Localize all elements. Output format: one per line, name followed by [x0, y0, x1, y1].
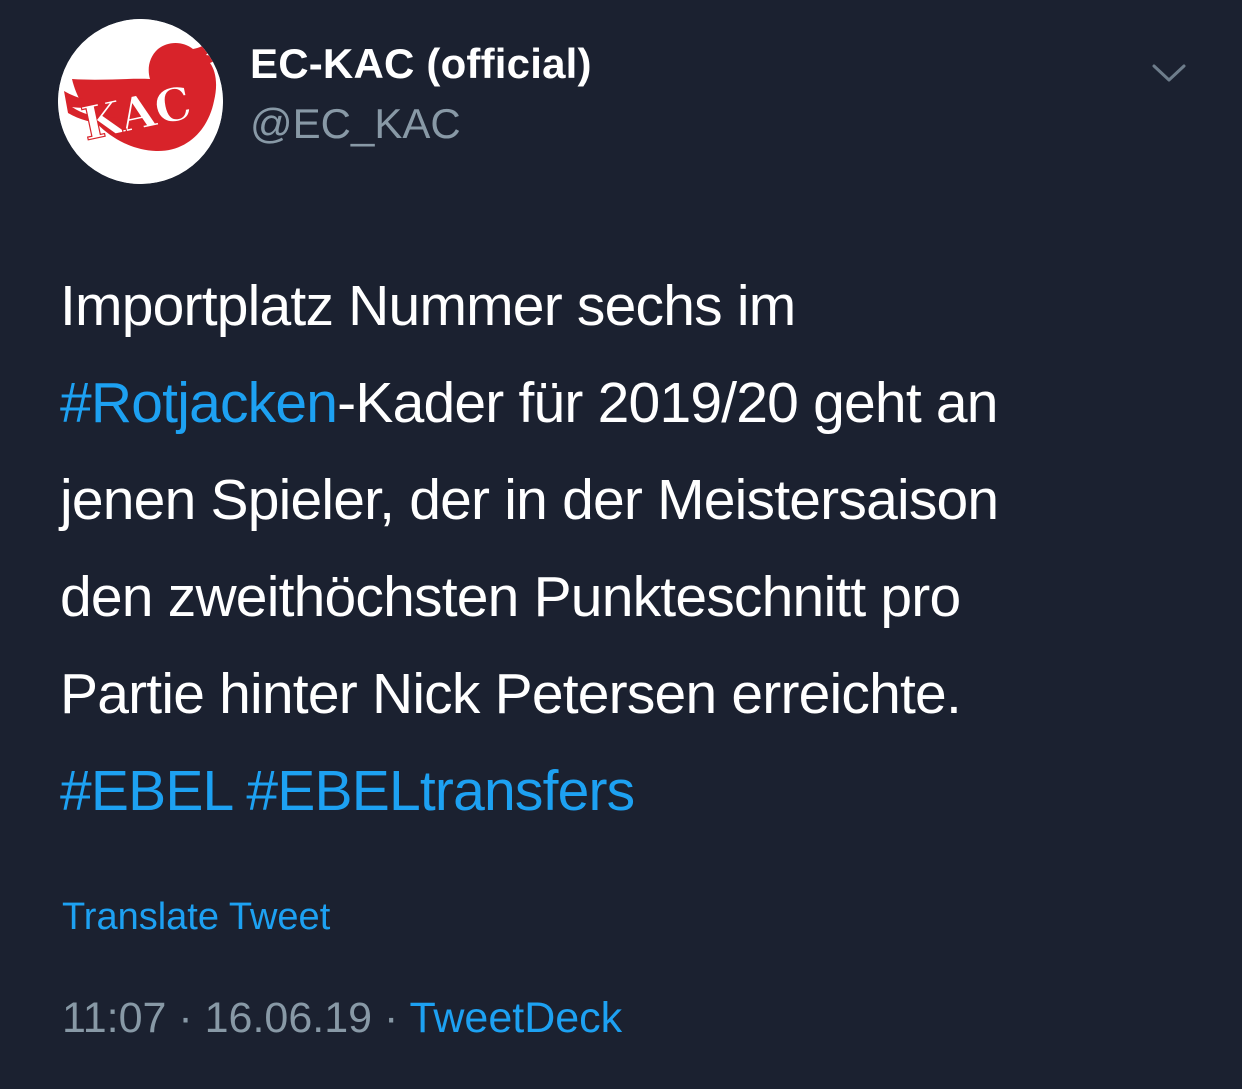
- hashtag-link[interactable]: #EBELtransfers: [246, 759, 635, 823]
- tweet-detail: KAC EC-KAC (official) @EC_KAC Importplat…: [0, 0, 1242, 1089]
- tweet-line: jenen Spieler, der in der Meistersaison: [60, 452, 1210, 549]
- tweet-text: Importplatz Nummer sechs im #Rotjacken-K…: [60, 258, 1210, 840]
- meta-separator: ·: [166, 994, 205, 1042]
- tweet-line: den zweithöchsten Punkteschnitt pro: [60, 549, 1210, 646]
- tweet-date[interactable]: 16.06.19: [205, 994, 372, 1042]
- translate-tweet-link[interactable]: Translate Tweet: [62, 896, 330, 939]
- chevron-down-icon: [1152, 64, 1186, 82]
- more-options-button[interactable]: [1150, 58, 1188, 88]
- display-name[interactable]: EC-KAC (official): [250, 40, 592, 88]
- meta-separator: ·: [372, 994, 410, 1042]
- tweet-text-segment: Partie hinter Nick Petersen erreichte.: [60, 662, 962, 726]
- tweet-line: #Rotjacken-Kader für 2019/20 geht an: [60, 355, 1210, 452]
- tweet-text-segment: [231, 759, 246, 823]
- hashtag-link[interactable]: #Rotjacken: [60, 371, 338, 435]
- tweet-text-segment: Importplatz Nummer sechs im: [60, 274, 796, 338]
- tweet-text-segment: -Kader für 2019/20 geht an: [337, 371, 998, 435]
- tweet-line: Importplatz Nummer sechs im: [60, 258, 1210, 355]
- tweet-time[interactable]: 11:07: [62, 994, 166, 1042]
- hashtag-link[interactable]: #EBEL: [60, 759, 232, 823]
- tweet-source-link[interactable]: TweetDeck: [409, 994, 622, 1042]
- tweet-line: #EBEL #EBELtransfers: [60, 743, 1210, 840]
- tweet-meta: 11:07 · 16.06.19 · TweetDeck: [62, 994, 622, 1043]
- tweet-text-segment: jenen Spieler, der in der Meistersaison: [60, 468, 999, 532]
- user-handle[interactable]: @EC_KAC: [250, 100, 461, 148]
- tweet-text-segment: den zweithöchsten Punkteschnitt pro: [60, 565, 961, 629]
- kac-bird-logo-icon: KAC: [58, 19, 223, 184]
- avatar[interactable]: KAC: [58, 19, 223, 184]
- tweet-line: Partie hinter Nick Petersen erreichte.: [60, 646, 1210, 743]
